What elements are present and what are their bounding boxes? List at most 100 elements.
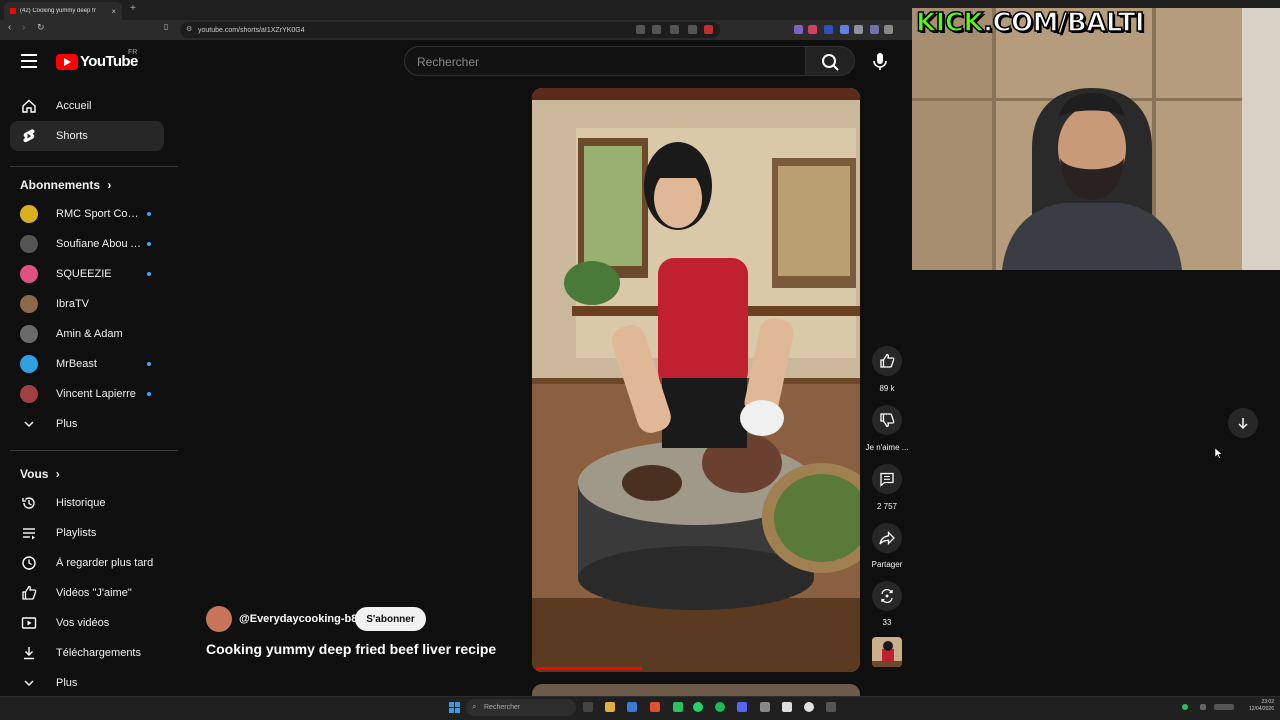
app-icon[interactable] — [673, 702, 683, 712]
clock-time: 23:02 — [1261, 699, 1274, 705]
extension-icon[interactable] — [808, 25, 817, 34]
youtube-favicon-icon — [10, 8, 16, 14]
like-button[interactable] — [872, 346, 902, 376]
status-icon[interactable] — [1182, 704, 1188, 710]
browser-tab[interactable]: (42) Cooking yummy deep fr × — [4, 2, 122, 20]
home-icon — [20, 97, 38, 115]
sidebar-item-show-more[interactable]: Plus — [10, 409, 164, 439]
sidebar-item-label: IbraTV — [56, 298, 90, 310]
sidebar-item-watch-later[interactable]: À regarder plus tard — [10, 548, 164, 578]
sidebar-item-downloads[interactable]: Téléchargements — [10, 638, 164, 668]
extension-icon[interactable] — [704, 25, 713, 34]
share-page-icon[interactable] — [670, 25, 679, 34]
sidebar-item-label: Amin & Adam — [56, 328, 123, 340]
dislike-button[interactable] — [872, 405, 902, 435]
whatsapp-icon[interactable] — [693, 702, 703, 712]
hamburger-menu-icon[interactable] — [21, 54, 37, 68]
sidebar-item-label: Plus — [56, 418, 78, 430]
back-icon[interactable]: ‹ — [8, 22, 11, 33]
new-tab-button[interactable]: + — [130, 3, 136, 14]
share-label: Partager — [871, 560, 903, 569]
sidebar-subscription[interactable]: RMC Sport Com... — [10, 199, 164, 229]
sidebar-divider — [10, 166, 178, 167]
sidebar-item-label: Playlists — [56, 527, 97, 539]
sidebar-item-home[interactable]: Accueil — [10, 91, 164, 121]
video-progress-bar[interactable] — [536, 667, 642, 670]
close-tab-icon[interactable]: × — [111, 7, 116, 16]
shorts-icon — [20, 127, 38, 145]
sound-thumbnail[interactable] — [872, 637, 902, 667]
sidebar-item-history[interactable]: Historique — [10, 488, 164, 518]
chevron-right-icon: › — [55, 467, 60, 481]
sidebar-item-your-videos[interactable]: Vos vidéos — [10, 608, 164, 638]
channel-avatar[interactable] — [206, 606, 232, 632]
short-title[interactable]: Cooking yummy deep fried beef liver reci… — [206, 641, 496, 657]
share-icon — [879, 530, 895, 546]
remix-button[interactable] — [872, 581, 902, 611]
sidebar-item-shorts[interactable]: Shorts — [10, 121, 164, 151]
taskbar-search[interactable]: ⌕ Rechercher — [466, 699, 576, 716]
sidebar-item-show-more[interactable]: Plus — [10, 668, 164, 698]
sidebar-subscription[interactable]: Vincent Lapierre — [10, 379, 164, 409]
reload-icon[interactable]: ↻ — [37, 22, 45, 33]
task-view-icon[interactable] — [583, 702, 593, 712]
channel-name[interactable]: @Everydaycooking-b8e — [239, 613, 363, 625]
short-video-player[interactable] — [532, 88, 860, 672]
app-icon[interactable] — [627, 702, 637, 712]
extension-icon[interactable] — [870, 25, 879, 34]
sidebar-item-liked-videos[interactable]: Vidéos "J'aime" — [10, 578, 164, 608]
extension-icon[interactable] — [794, 25, 803, 34]
sidebar-subscription[interactable]: SQUEEZIE — [10, 259, 164, 289]
sidebar-subscription[interactable]: IbraTV — [10, 289, 164, 319]
windows-start-icon[interactable] — [449, 702, 460, 713]
brave-browser-icon[interactable] — [650, 702, 660, 712]
tray-icon[interactable] — [1200, 704, 1206, 710]
sidebar-item-label: Soufiane Abou A... — [56, 238, 142, 250]
video-frame — [532, 88, 860, 672]
taskbar-clock[interactable]: 23:02 12/04/2026 — [1240, 699, 1274, 713]
youtube-logo[interactable]: YouTube FR — [56, 49, 138, 70]
notion-icon[interactable] — [782, 702, 792, 712]
spotify-icon[interactable] — [715, 702, 725, 712]
kick-url-text: .COM/BALTI — [982, 7, 1145, 39]
extension-icon[interactable] — [840, 25, 849, 34]
share-button[interactable] — [872, 523, 902, 553]
sidebar-item-label: Plus — [56, 677, 78, 689]
extension-icon[interactable] — [854, 25, 863, 34]
thumb-up-icon — [20, 584, 38, 602]
file-explorer-icon[interactable] — [605, 702, 615, 712]
network-volume-icon[interactable] — [1214, 704, 1234, 710]
sidebar-item-label: SQUEEZIE — [56, 268, 112, 280]
country-code: FR — [128, 49, 138, 56]
forward-icon[interactable]: › — [22, 22, 25, 33]
discord-icon[interactable] — [737, 702, 747, 712]
extension-icon[interactable] — [824, 25, 833, 34]
sidebar-item-label: Vincent Lapierre — [56, 388, 136, 400]
zoom-icon[interactable] — [652, 25, 661, 34]
app-icon[interactable] — [804, 702, 814, 712]
sidebar-item-playlists[interactable]: Playlists — [10, 518, 164, 548]
sidebar-subscription[interactable]: Amin & Adam — [10, 319, 164, 349]
search-input[interactable]: Rechercher — [404, 46, 806, 76]
clock-icon — [20, 554, 38, 572]
search-button[interactable] — [805, 46, 855, 76]
extension-icon[interactable] — [884, 25, 893, 34]
sidebar-subscription[interactable]: Soufiane Abou A... — [10, 229, 164, 259]
site-info-icon[interactable]: ⚙ — [186, 25, 192, 33]
edit-icon[interactable] — [688, 25, 697, 34]
comments-button[interactable] — [872, 464, 902, 494]
app-icon[interactable] — [760, 702, 770, 712]
subscriptions-heading[interactable]: Abonnements › — [20, 178, 111, 192]
you-heading[interactable]: Vous › — [20, 467, 60, 481]
sidebar-item-label: RMC Sport Com... — [56, 208, 142, 220]
youtube-play-icon — [56, 53, 78, 70]
subscribe-button[interactable]: S'abonner — [355, 607, 426, 631]
remix-icon — [881, 588, 893, 604]
voice-search-button[interactable] — [866, 47, 894, 75]
install-icon[interactable] — [636, 25, 645, 34]
terminal-icon[interactable] — [826, 702, 836, 712]
streamer-webcam — [912, 8, 1280, 270]
sidebar-subscription[interactable]: MrBeast — [10, 349, 164, 379]
bookmark-icon[interactable]: ▯ — [164, 22, 168, 31]
next-short-button[interactable] — [1228, 408, 1258, 438]
